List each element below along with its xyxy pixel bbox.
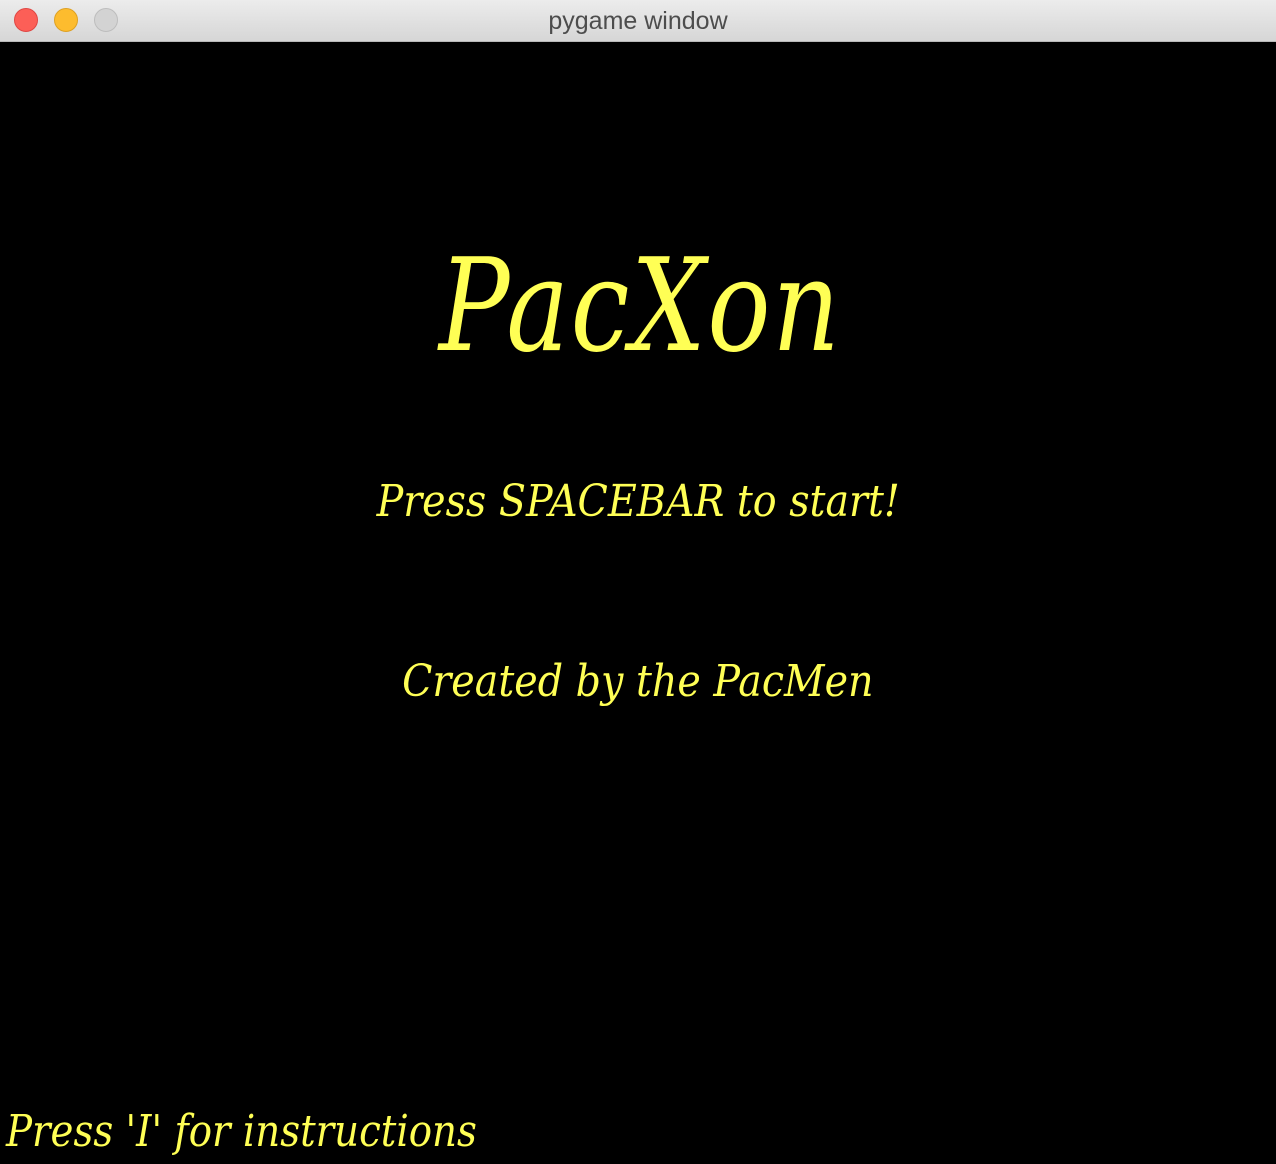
game-canvas[interactable]: PacXon Press SPACEBAR to start! Created …	[0, 42, 1276, 1164]
window-title: pygame window	[548, 7, 728, 35]
pygame-window: pygame window PacXon Press SPACEBAR to s…	[0, 0, 1276, 1164]
start-prompt: Press SPACEBAR to start!	[376, 476, 900, 527]
instructions-hint: Press 'I' for instructions	[6, 1106, 477, 1157]
title-bar[interactable]: pygame window	[0, 0, 1276, 42]
credits-text: Created by the PacMen	[402, 656, 874, 707]
game-title: PacXon	[438, 232, 842, 381]
